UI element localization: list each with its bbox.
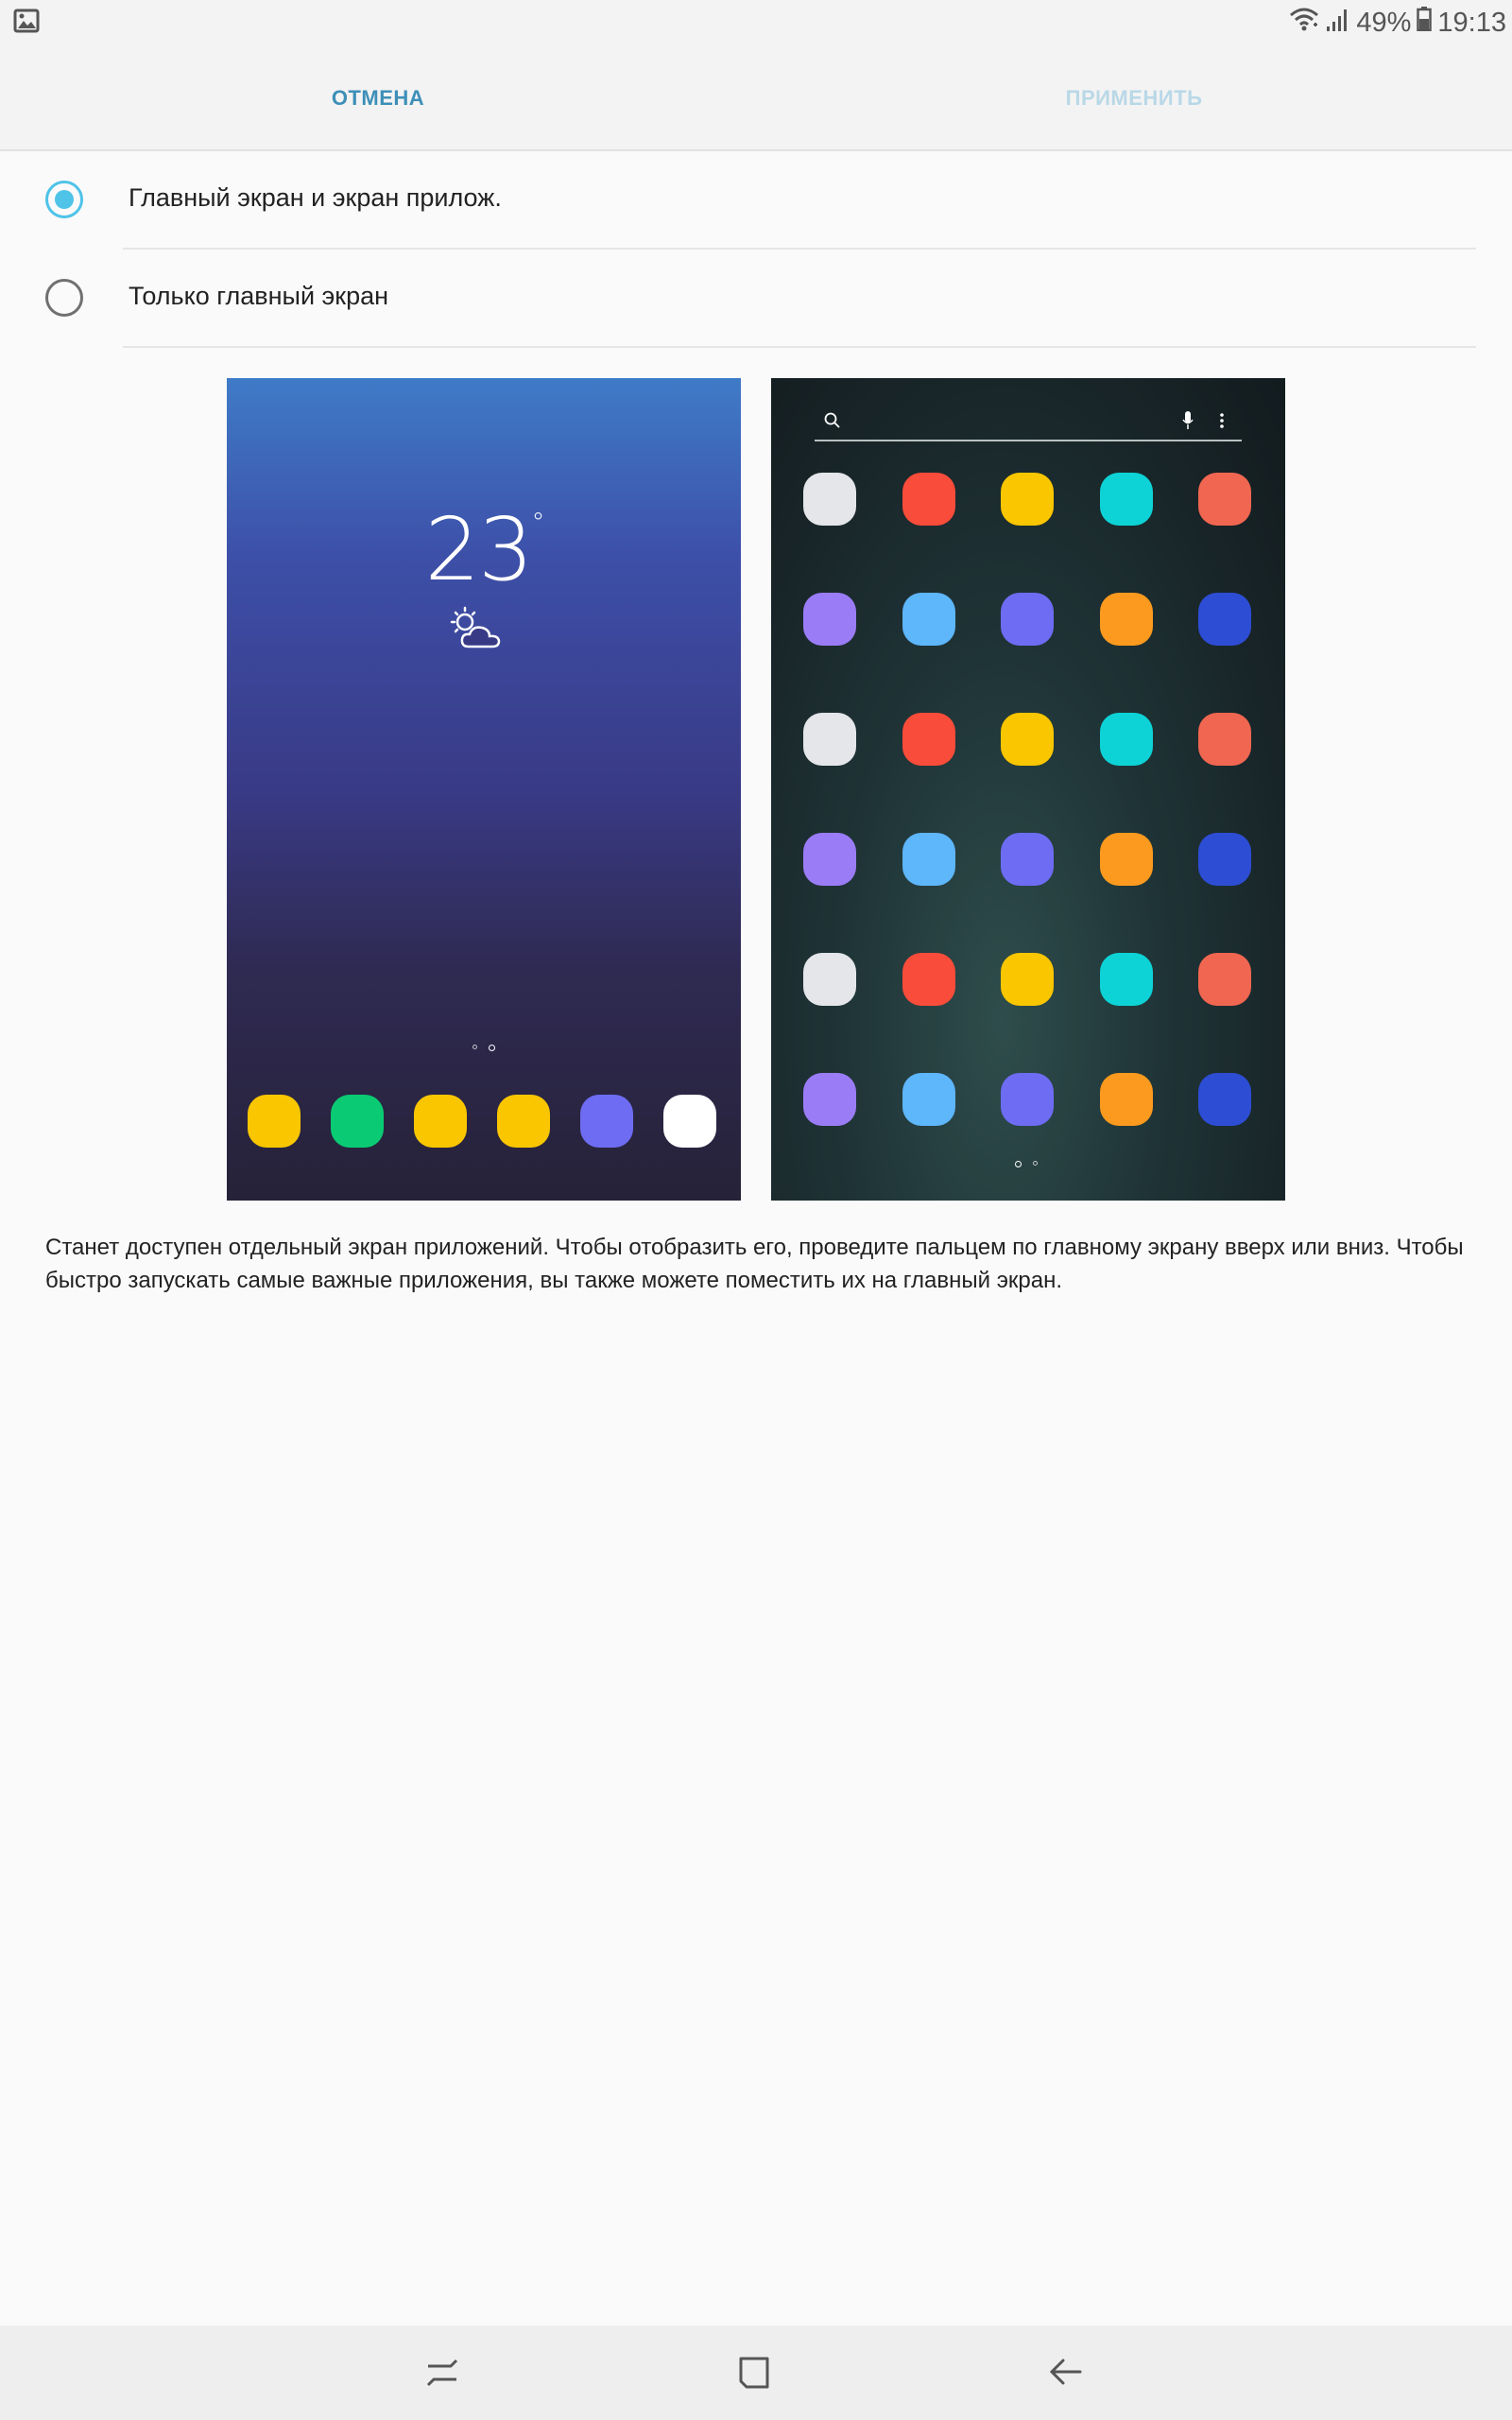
weather-temperature: 23° [424, 499, 544, 600]
search-icon [824, 412, 841, 434]
app-icon [1198, 473, 1251, 526]
dock-app-icon [497, 1095, 550, 1148]
navigation-bar [0, 2325, 1512, 2420]
app-icon [1099, 833, 1153, 886]
dock-app-icon [331, 1095, 384, 1148]
app-icon [1099, 1073, 1153, 1126]
app-icon [902, 473, 955, 526]
app-icon [803, 473, 856, 526]
apps-screen-preview [771, 378, 1285, 1201]
cancel-button[interactable]: ОТМЕНА [0, 45, 756, 151]
home-icon[interactable] [730, 2349, 778, 2396]
page-indicator [472, 1045, 495, 1051]
app-icon [902, 953, 955, 1006]
app-icon [803, 833, 856, 886]
app-icon [803, 953, 856, 1006]
app-icon [1001, 593, 1054, 646]
wifi-icon [1288, 6, 1320, 40]
app-icon [1198, 953, 1251, 1006]
app-icon [1099, 473, 1153, 526]
action-bar: ОТМЕНА ПРИМЕНИТЬ [0, 45, 1512, 151]
app-icon [1198, 833, 1251, 886]
app-icon [1099, 953, 1153, 1006]
dock-app-icon [248, 1095, 301, 1148]
signal-icon [1326, 6, 1350, 40]
search-bar-underline [815, 440, 1242, 441]
app-icon [803, 593, 856, 646]
partly-cloudy-icon [446, 605, 508, 655]
dock-app-icon [663, 1095, 716, 1148]
more-vertical-icon [1219, 412, 1225, 434]
gallery-notification-icon [13, 9, 40, 38]
app-icon [803, 1073, 856, 1126]
app-icon [1099, 593, 1153, 646]
mic-icon [1182, 411, 1194, 435]
app-icon [902, 1073, 955, 1126]
clock: 19:13 [1437, 7, 1506, 38]
app-icon [1001, 1073, 1054, 1126]
radio-home-only[interactable] [45, 279, 83, 317]
app-icon [902, 833, 955, 886]
app-icon [902, 713, 955, 766]
home-screen-preview: 23° [227, 378, 741, 1201]
app-icon [1198, 713, 1251, 766]
divider [123, 346, 1476, 348]
app-icon [902, 593, 955, 646]
app-icon [1001, 833, 1054, 886]
page-indicator [1015, 1161, 1038, 1167]
option-home-only[interactable]: Только главный экран [0, 250, 1512, 348]
back-icon[interactable] [1042, 2349, 1090, 2396]
battery-percent: 49% [1356, 7, 1412, 38]
recents-icon[interactable] [419, 2349, 466, 2396]
battery-icon [1417, 7, 1433, 39]
dock-app-icon [414, 1095, 467, 1148]
app-icon [1001, 473, 1054, 526]
app-icon [1001, 953, 1054, 1006]
status-bar: 49% 19:13 [0, 0, 1512, 45]
app-icon [1198, 593, 1251, 646]
apply-button[interactable]: ПРИМЕНИТЬ [756, 45, 1512, 151]
option-label: Главный экран и экран прилож. [129, 183, 502, 212]
app-icon [1198, 1073, 1251, 1126]
app-icon [803, 713, 856, 766]
description-text: Станет доступен отдельный экран приложен… [45, 1235, 1464, 1293]
radio-home-and-apps[interactable] [45, 181, 83, 218]
option-home-and-apps[interactable]: Главный экран и экран прилож. [0, 151, 1512, 250]
app-icon [1001, 713, 1054, 766]
app-icon [1099, 713, 1153, 766]
option-label: Только главный экран [129, 282, 389, 310]
dock-app-icon [580, 1095, 633, 1148]
